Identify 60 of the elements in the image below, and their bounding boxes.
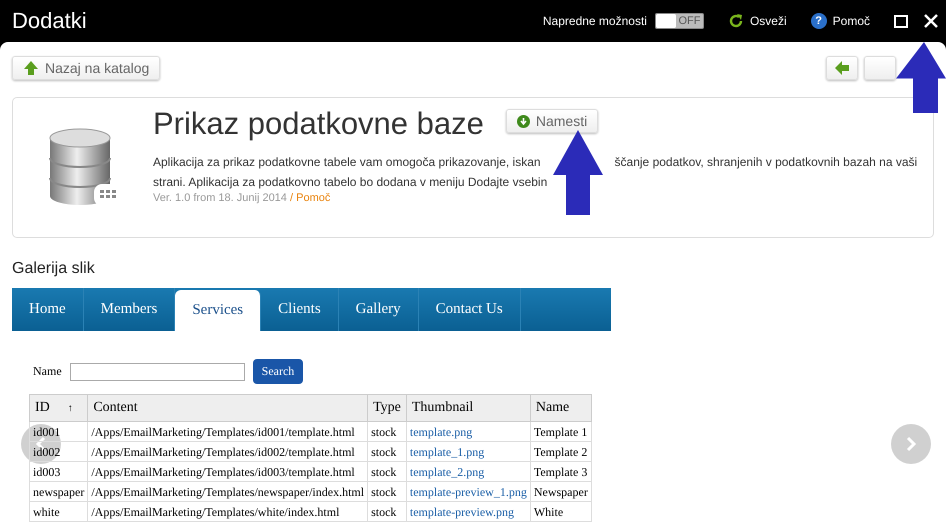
advanced-options-label: Napredne možnosti	[542, 14, 647, 28]
table-cell: Template 2	[530, 442, 592, 462]
column-header[interactable]: ID ↑	[30, 394, 88, 422]
table-cell: stock	[368, 482, 406, 502]
previous-button[interactable]	[21, 424, 61, 464]
nav-tab[interactable]: Contact Us	[418, 288, 521, 331]
table-cell: stock	[368, 462, 406, 482]
column-title: ID	[35, 400, 50, 415]
gallery-title: Galerija slik	[12, 260, 96, 278]
download-icon	[516, 114, 530, 128]
version-text: Ver. 1.0 from 18. Junij 2014	[153, 192, 287, 204]
maximize-icon[interactable]	[894, 14, 908, 28]
column-header[interactable]: Name	[530, 394, 592, 422]
description-text: Aplikacija za prikaz podatkovne tabele vam omogoča prikazovanje, iskan	[153, 155, 541, 169]
table-cell: id001	[30, 422, 88, 442]
table-cell: /Apps/EmailMarketing/Templates/white/index.html	[88, 502, 368, 522]
nav-tab[interactable]: Home	[12, 288, 84, 331]
close-icon[interactable]	[924, 14, 938, 28]
search-button[interactable]: Search	[252, 359, 304, 384]
window-title: Dodatki	[12, 8, 88, 34]
table-cell: Template 3	[530, 462, 592, 482]
back-to-catalog-button[interactable]: Nazaj na katalog	[12, 56, 160, 80]
separator: /	[290, 192, 294, 204]
refresh-button[interactable]: Osveži	[728, 13, 787, 29]
sort-icon: ↑	[68, 403, 73, 414]
column-header[interactable]: Content	[88, 394, 368, 422]
table-cell: id003	[30, 462, 88, 482]
app-title: Prikaz podatkovne baze	[153, 106, 484, 142]
table-cell: /Apps/EmailMarketing/Templates/newspaper/index.html	[88, 482, 368, 502]
table-cell: /Apps/EmailMarketing/Templates/id002/template.html	[88, 442, 368, 462]
table-cell: newspaper	[30, 482, 88, 502]
description-text: ščanje podatkov, shranjenih v podatkovnih bazah na vaši	[614, 155, 918, 169]
nav-tab[interactable]: Clients	[261, 288, 339, 331]
table-cell: /Apps/EmailMarketing/Templates/id003/template.html	[88, 462, 368, 482]
left-arrow-icon	[834, 61, 850, 75]
chevron-right-icon	[906, 436, 916, 452]
search-label: Name	[33, 364, 62, 379]
search-field[interactable]	[70, 362, 245, 380]
table-cell: Template 1	[530, 422, 592, 442]
up-arrow-icon	[23, 60, 39, 76]
refresh-icon	[728, 13, 744, 29]
table-cell: stock	[368, 502, 406, 522]
table-cell: stock	[368, 422, 406, 442]
install-button[interactable]: Namesti	[506, 109, 598, 133]
table-cell: id002	[30, 442, 88, 462]
back-button[interactable]	[826, 56, 858, 80]
nav-tab[interactable]: Services	[175, 290, 262, 331]
description-text: strani. Aplikacija za podatkovno tabelo bo dodana v meniju Dodajte vsebin	[153, 175, 548, 189]
table-cell: white	[30, 502, 88, 522]
column-header[interactable]: Thumbnail	[406, 394, 530, 422]
nav-tab[interactable]: Gallery	[338, 288, 419, 331]
annotation-arrow	[896, 42, 946, 113]
table-cell: /Apps/EmailMarketing/Templates/id001/template.html	[88, 422, 368, 442]
help-button[interactable]: ? Pomoč	[810, 13, 870, 29]
help-icon: ?	[810, 13, 827, 29]
column-header[interactable]: Type	[368, 394, 406, 422]
advanced-options-toggle[interactable]: OFF	[654, 13, 704, 29]
table-cell: stock	[368, 442, 406, 462]
table-cell: White	[530, 502, 592, 522]
table-cell: Newspaper	[530, 482, 592, 502]
